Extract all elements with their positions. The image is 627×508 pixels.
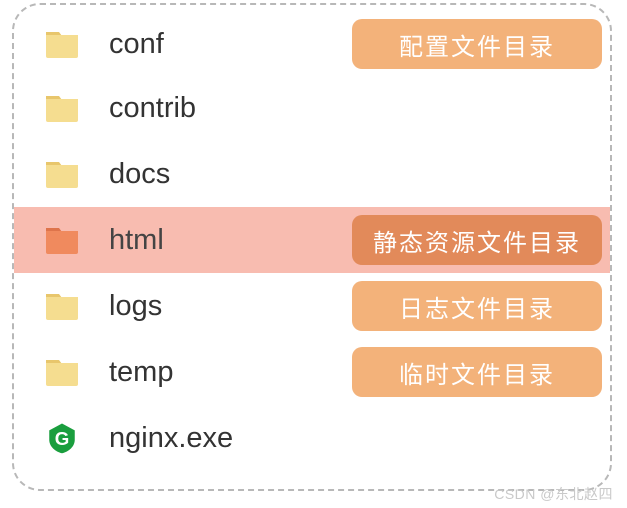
app-icon: G [14,421,109,455]
folder-icon [14,357,109,387]
folder-icon [14,225,109,255]
file-row[interactable]: conf 配置文件目录 [14,5,610,75]
file-row[interactable]: html 静态资源文件目录 [14,207,610,273]
folder-icon [14,29,109,59]
annotation-label: 临时文件目录 [352,347,602,397]
svg-text:G: G [54,428,69,449]
file-name: html [109,224,319,257]
file-name: conf [109,28,319,61]
file-name: docs [109,158,319,191]
annotation-label: 配置文件目录 [352,19,602,69]
file-row[interactable]: contrib [14,75,610,141]
file-name: logs [109,290,319,323]
file-row[interactable]: temp 临时文件目录 [14,339,610,405]
file-name: contrib [109,92,319,125]
watermark-text: CSDN @东北赵四 [494,484,613,504]
file-row[interactable]: G nginx.exe [14,405,610,481]
file-row[interactable]: docs [14,141,610,207]
file-name: temp [109,356,319,389]
folder-icon [14,159,109,189]
file-name: nginx.exe [109,422,319,455]
annotation-label: 日志文件目录 [352,281,602,331]
folder-icon [14,291,109,321]
file-list-container: conf 配置文件目录 contrib docs html 静态资 [12,3,612,491]
annotation-label: 静态资源文件目录 [352,215,602,265]
file-row[interactable]: logs 日志文件目录 [14,273,610,339]
folder-icon [14,93,109,123]
